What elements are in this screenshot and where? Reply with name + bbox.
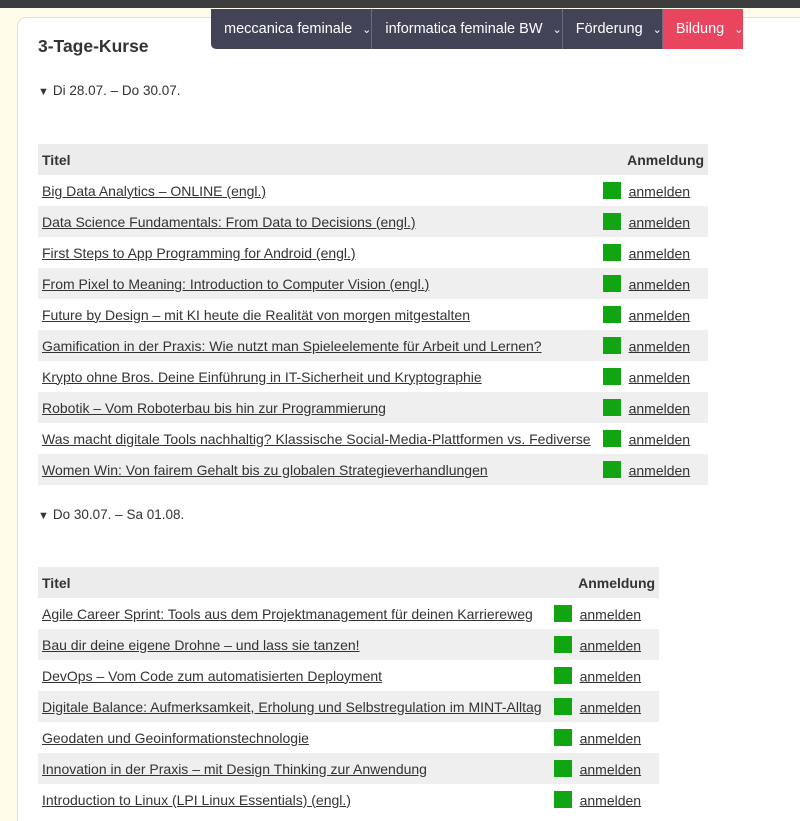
section-toggle-date-range[interactable]: ▼ Di 28.07. – Do 30.07. <box>38 83 180 98</box>
section-date-range: Di 28.07. – Do 30.07. <box>52 83 181 98</box>
register-link[interactable]: anmelden <box>629 431 691 447</box>
register-link[interactable]: anmelden <box>629 276 691 292</box>
availability-indicator <box>602 337 621 355</box>
availability-indicator <box>602 182 621 200</box>
register-link[interactable]: anmelden <box>629 183 691 199</box>
course-table: Titel Anmeldung Big Data Analytics – ONL… <box>38 144 709 485</box>
triangle-down-icon: ▼ <box>38 86 49 98</box>
availability-indicator <box>553 605 572 623</box>
register-link[interactable]: anmelden <box>629 400 691 416</box>
course-link[interactable]: Geodaten und Geoinformationstechnologie <box>42 730 309 746</box>
page-title: 3-Tage-Kurse <box>38 36 149 56</box>
course-link[interactable]: Bau dir deine eigene Drohne – und lass s… <box>42 637 360 653</box>
register-link[interactable]: anmelden <box>580 637 642 653</box>
table-row: DevOps – Vom Code zum automatisierten De… <box>38 660 659 691</box>
table-row: Geodaten und Geoinformationstechnologie a… <box>38 722 659 753</box>
course-link[interactable]: First Steps to App Programming for Andro… <box>42 245 356 261</box>
register-link[interactable]: anmelden <box>629 369 691 385</box>
register-link[interactable]: anmelden <box>629 462 691 478</box>
table-row: Krypto ohne Bros. Deine Einführung in IT… <box>38 361 708 392</box>
register-link[interactable]: anmelden <box>580 606 642 622</box>
table-header-row: Titel Anmeldung <box>38 144 709 175</box>
nav-item-meccanica-feminale[interactable]: meccanica feminale ⌄ <box>211 9 373 49</box>
register-link[interactable]: anmelden <box>629 307 691 323</box>
column-header-title: Titel <box>38 144 595 175</box>
triangle-down-icon: ▼ <box>38 510 49 522</box>
availability-indicator <box>602 213 621 231</box>
register-link[interactable]: anmelden <box>580 730 642 746</box>
availability-indicator <box>602 399 621 417</box>
main-navigation: meccanica feminale ⌄ informatica feminal… <box>211 9 744 49</box>
course-table: Titel Anmeldung Agile Career Sprint: Too… <box>38 567 660 815</box>
table-row: Women Win: Von fairem Gehalt bis zu glob… <box>38 454 709 485</box>
table-row: Gamification in der Praxis: Wie nutzt ma… <box>38 330 709 361</box>
course-link[interactable]: DevOps – Vom Code zum automatisierten De… <box>42 668 382 684</box>
table-row: Digitale Balance: Aufmerksamkeit, Erholu… <box>38 691 660 722</box>
table-row: Robotik – Vom Roboterbau bis hin zur Pro… <box>38 392 709 423</box>
register-link[interactable]: anmelden <box>580 699 642 715</box>
register-link[interactable]: anmelden <box>580 792 642 808</box>
chevron-down-icon: ⌄ <box>552 23 562 36</box>
table-row: Innovation in der Praxis – mit Design Th… <box>38 753 660 784</box>
chevron-down-icon: ⌄ <box>734 23 744 36</box>
table-row: Bau dir deine eigene Drohne – und lass s… <box>38 629 660 660</box>
course-link[interactable]: Data Science Fundamentals: From Data to … <box>42 214 416 230</box>
availability-indicator <box>553 729 572 747</box>
chevron-down-icon: ⌄ <box>652 23 662 36</box>
register-link[interactable]: anmelden <box>629 214 691 230</box>
nav-item-foerderung[interactable]: Förderung ⌄ <box>562 9 663 49</box>
nav-item-label: informatica feminale BW <box>385 21 543 37</box>
register-link[interactable]: anmelden <box>580 668 642 684</box>
nav-item-label: Bildung <box>675 21 725 37</box>
table-row: Agile Career Sprint: Tools aus dem Proje… <box>38 598 659 629</box>
column-header-registration: Anmeldung <box>545 567 660 598</box>
browser-top-strip <box>0 0 800 8</box>
availability-indicator <box>553 791 572 809</box>
course-link[interactable]: Agile Career Sprint: Tools aus dem Proje… <box>42 606 533 622</box>
register-link[interactable]: anmelden <box>629 338 691 354</box>
nav-item-label: meccanica feminale <box>224 21 353 37</box>
table-row: First Steps to App Programming for Andro… <box>38 237 708 268</box>
course-link[interactable]: Was macht digitale Tools nachhaltig? Kla… <box>42 431 591 447</box>
course-link[interactable]: Big Data Analytics – ONLINE (engl.) <box>42 183 266 199</box>
course-link[interactable]: Women Win: Von fairem Gehalt bis zu glob… <box>42 462 488 478</box>
course-link[interactable]: Digitale Balance: Aufmerksamkeit, Erholu… <box>42 699 542 715</box>
availability-indicator <box>602 244 621 262</box>
section-toggle-date-range[interactable]: ▼ Do 30.07. – Sa 01.08. <box>38 507 184 522</box>
availability-indicator <box>602 368 621 386</box>
table-row: Future by Design – mit KI heute die Real… <box>38 299 708 330</box>
register-link[interactable]: anmelden <box>580 761 642 777</box>
chevron-down-icon: ⌄ <box>362 23 372 36</box>
availability-indicator <box>602 461 621 479</box>
availability-indicator <box>602 430 621 448</box>
course-link[interactable]: Krypto ohne Bros. Deine Einführung in IT… <box>42 369 482 385</box>
course-link[interactable]: From Pixel to Meaning: Introduction to C… <box>42 276 429 292</box>
nav-item-bildung[interactable]: Bildung ⌄ <box>662 9 744 49</box>
section-date-range: Do 30.07. – Sa 01.08. <box>52 507 185 522</box>
column-header-registration: Anmeldung <box>594 144 709 175</box>
table-row: Was macht digitale Tools nachhaltig? Kla… <box>38 423 708 454</box>
table-header-row: Titel Anmeldung <box>38 567 660 598</box>
table-row: Data Science Fundamentals: From Data to … <box>38 206 709 237</box>
availability-indicator <box>602 275 621 293</box>
nav-item-informatica-feminale-bw[interactable]: informatica feminale BW ⌄ <box>372 9 563 49</box>
nav-item-label: Förderung <box>575 21 643 37</box>
availability-indicator <box>553 636 572 654</box>
table-row: Introduction to Linux (LPI Linux Essenti… <box>38 784 659 815</box>
column-header-title: Titel <box>38 567 546 598</box>
course-link[interactable]: Innovation in der Praxis – mit Design Th… <box>42 761 427 777</box>
course-link[interactable]: Future by Design – mit KI heute die Real… <box>42 307 470 323</box>
course-link[interactable]: Robotik – Vom Roboterbau bis hin zur Pro… <box>42 400 386 416</box>
table-row: Big Data Analytics – ONLINE (engl.) anmel… <box>38 175 708 206</box>
availability-indicator <box>553 760 572 778</box>
availability-indicator <box>553 698 572 716</box>
availability-indicator <box>602 306 621 324</box>
register-link[interactable]: anmelden <box>629 245 691 261</box>
course-link[interactable]: Introduction to Linux (LPI Linux Essenti… <box>42 792 351 808</box>
table-row: From Pixel to Meaning: Introduction to C… <box>38 268 709 299</box>
availability-indicator <box>553 667 572 685</box>
course-link[interactable]: Gamification in der Praxis: Wie nutzt ma… <box>42 338 542 354</box>
